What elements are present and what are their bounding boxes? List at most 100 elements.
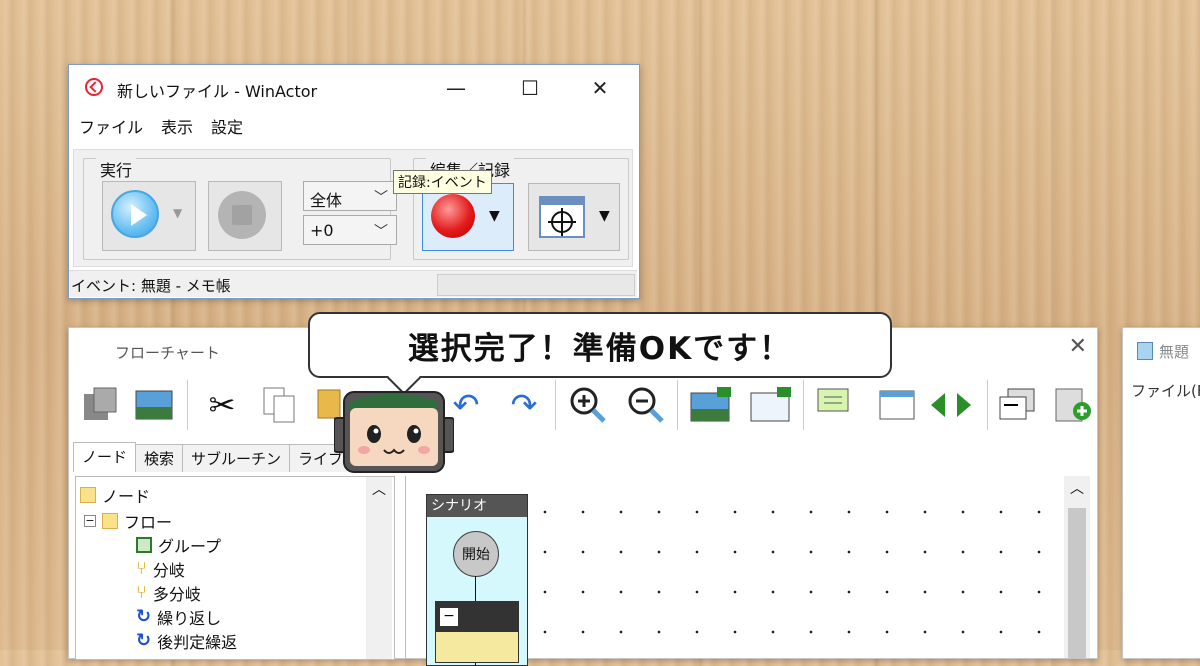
cut-icon[interactable]: ✂: [201, 384, 243, 426]
run-group-label: 実行: [96, 157, 137, 181]
status-bar: イベント: 無題 - メモ帳: [69, 270, 637, 297]
run-group: 実行 ▼ 全体 ﹀ +0 ﹀: [83, 157, 397, 260]
node-tabs: ノード 検索 サブルーチン ライブ: [73, 442, 353, 472]
title-bar: 新しいファイル - WinActor — ☐ ✕: [69, 65, 639, 111]
folder-icon: [102, 513, 118, 529]
start-node[interactable]: 開始: [453, 531, 499, 577]
notepad-icon: [1137, 342, 1153, 360]
close-button[interactable]: ✕: [577, 73, 623, 103]
tree-item-label: フロー: [124, 513, 173, 532]
target-dropdown-arrow-icon[interactable]: ▼: [599, 208, 610, 224]
stop-button[interactable]: [208, 181, 282, 251]
node-tree: ノード − フロー グループ ⑂ 分岐 ⑂ 多分岐 ↻ 繰り返し ↻ 後判定繰返…: [75, 476, 395, 660]
chevron-down-icon: ﹀: [374, 190, 388, 206]
comment-icon[interactable]: [815, 384, 857, 426]
image-icon[interactable]: [133, 384, 175, 426]
chevron-down-icon: ﹀: [374, 224, 388, 240]
menu-settings[interactable]: 設定: [211, 114, 243, 138]
scenario-header: シナリオ: [427, 495, 527, 517]
post-loop-icon: ↻: [136, 630, 152, 651]
maximize-button[interactable]: ☐: [507, 73, 553, 103]
tree-item-branch[interactable]: ⑂ 分岐: [136, 557, 185, 581]
tree-item-label: グループ: [158, 537, 222, 556]
stop-icon: [218, 191, 266, 239]
winactor-main-window: 新しいファイル - WinActor — ☐ ✕ ファイル 表示 設定 実行 ▼…: [68, 64, 640, 299]
scenario-lane[interactable]: シナリオ 開始 −: [426, 494, 528, 666]
target-window-icon: [539, 196, 585, 238]
toolbar-separator: [555, 380, 556, 430]
collapse-group-button[interactable]: −: [440, 608, 458, 626]
flowchart-close-button[interactable]: ✕: [1069, 334, 1087, 359]
status-text: イベント: 無題 - メモ帳: [71, 277, 231, 295]
scrollbar-thumb[interactable]: [1068, 508, 1086, 658]
group-node-icon: [136, 537, 152, 553]
tree-item-label: 繰り返し: [157, 609, 222, 628]
status-progress-box: [437, 274, 635, 296]
offset-select[interactable]: +0 ﹀: [303, 215, 397, 245]
tree-item-label: 後判定繰返: [157, 633, 238, 652]
main-toolbar: 実行 ▼ 全体 ﹀ +0 ﹀ 編集／記録 ▼: [73, 149, 633, 267]
tree-item-flow[interactable]: − フロー: [84, 509, 172, 533]
tab-node[interactable]: ノード: [73, 442, 137, 472]
notepad-menu-file[interactable]: ファイル(F: [1131, 380, 1200, 401]
minimize-button[interactable]: —: [433, 73, 479, 103]
flowchart-title: フローチャート: [115, 344, 220, 362]
target-select-button[interactable]: ▼: [528, 183, 620, 251]
play-icon: [111, 190, 159, 238]
record-dropdown-arrow-icon[interactable]: ▼: [489, 208, 500, 224]
record-tooltip: 記録:イベント: [393, 170, 492, 194]
menu-view[interactable]: 表示: [161, 114, 193, 138]
add-window-icon[interactable]: [1053, 384, 1095, 426]
canvas-scrollbar[interactable]: ︿: [1064, 476, 1090, 658]
swap-arrows-icon[interactable]: [929, 384, 971, 426]
menu-file[interactable]: ファイル: [79, 114, 143, 138]
run-dropdown-arrow-icon[interactable]: ▼: [173, 206, 182, 220]
flowchart-canvas[interactable]: シナリオ 開始 − ︿: [405, 476, 1092, 666]
tree-item-node[interactable]: ノード: [80, 483, 150, 507]
toolbar-separator: [987, 380, 988, 430]
scope-select[interactable]: 全体 ﹀: [303, 181, 397, 211]
notepad-window: 無題 ファイル(F: [1122, 327, 1200, 659]
zoom-in-icon[interactable]: [567, 384, 609, 426]
tab-search[interactable]: 検索: [135, 444, 184, 472]
copy-icon[interactable]: [259, 384, 301, 426]
flowchart-toolbar: ✂ ↶ ↷: [69, 372, 1097, 438]
tree-item-loop[interactable]: ↻ 繰り返し: [136, 605, 221, 629]
notepad-title: 無題: [1159, 343, 1190, 361]
tab-subroutine[interactable]: サブルーチン: [182, 444, 291, 472]
folder-icon: [80, 487, 96, 503]
loop-icon: ↻: [136, 606, 152, 627]
group-node-header: −: [436, 602, 518, 632]
zoom-out-icon[interactable]: [625, 384, 667, 426]
run-button[interactable]: ▼: [102, 181, 196, 251]
robot-mascot-icon: [334, 391, 454, 473]
redo-icon[interactable]: ↷: [503, 384, 545, 426]
branch-icon: ⑂: [136, 558, 147, 579]
multi-branch-icon: ⑂: [136, 582, 147, 603]
variable-list-icon[interactable]: [877, 384, 919, 426]
toolbar-separator: [803, 380, 804, 430]
toolbar-separator: [187, 380, 188, 430]
speech-bubble: 選択完了！準備OKです！: [308, 312, 892, 378]
tree-item-post-loop[interactable]: ↻ 後判定繰返: [136, 629, 237, 653]
menu-bar: ファイル 表示 設定: [69, 111, 639, 141]
capture-image-icon[interactable]: [689, 384, 731, 426]
window-list-icon[interactable]: [997, 384, 1039, 426]
scroll-up-icon[interactable]: ︿: [372, 479, 386, 499]
capture-window-icon[interactable]: [749, 384, 791, 426]
window-title: 新しいファイル - WinActor: [117, 82, 318, 101]
tree-item-label: ノード: [102, 487, 151, 506]
scroll-up-icon[interactable]: ︿: [1070, 478, 1084, 498]
tree-item-label: 分岐: [152, 561, 185, 580]
offset-select-value: +0: [310, 221, 334, 240]
scope-select-value: 全体: [310, 191, 343, 210]
tree-item-multi-branch[interactable]: ⑂ 多分岐: [136, 581, 201, 605]
delete-icon[interactable]: [79, 384, 121, 426]
tree-scrollbar[interactable]: ︿: [366, 477, 392, 659]
collapse-toggle-icon[interactable]: −: [84, 515, 96, 527]
tree-item-label: 多分岐: [152, 585, 201, 604]
group-node[interactable]: −: [435, 601, 519, 663]
tree-item-group[interactable]: グループ: [136, 533, 221, 557]
toolbar-separator: [677, 380, 678, 430]
winactor-logo-icon: [85, 78, 103, 96]
